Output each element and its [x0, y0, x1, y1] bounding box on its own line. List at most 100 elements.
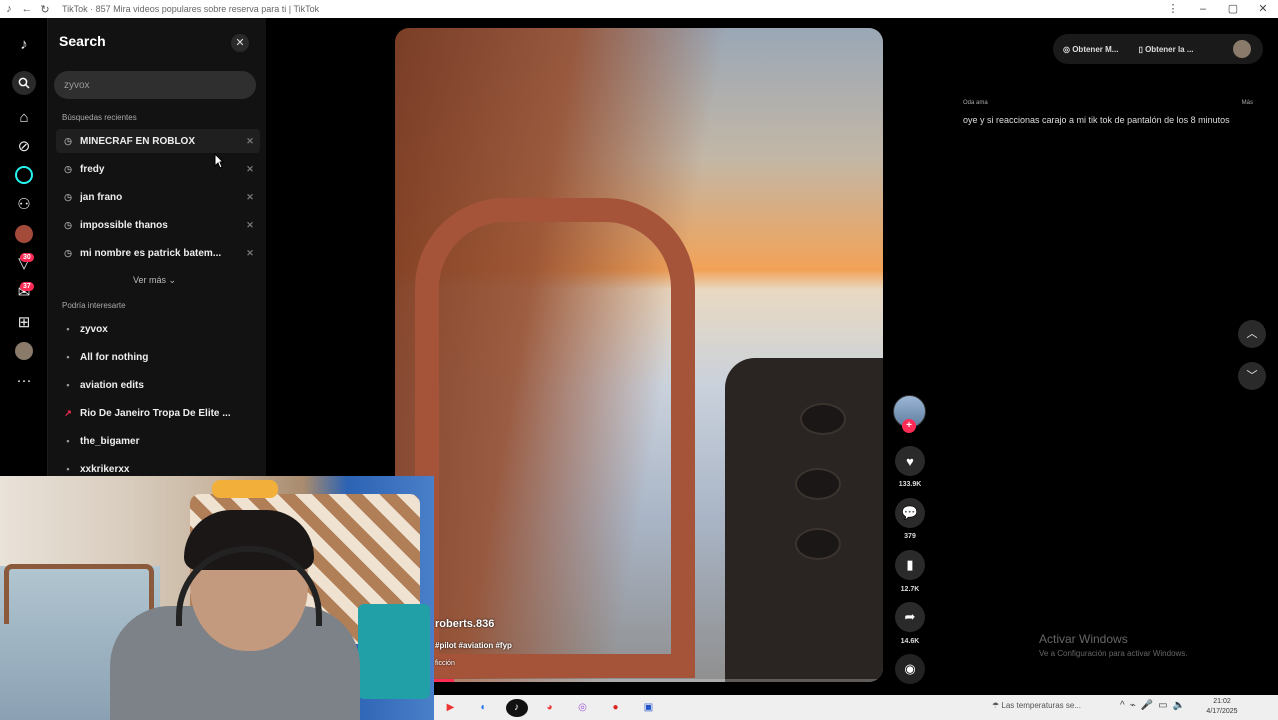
close-window-icon[interactable]: ✕ — [1248, 0, 1278, 18]
recent-item[interactable]: ◷ mi nombre es patrick batem... ✕ — [56, 241, 260, 265]
back-icon[interactable]: ← — [18, 0, 36, 18]
media-app-icon[interactable]: ● — [605, 699, 627, 717]
bookmark-icon[interactable]: ▮ — [895, 550, 925, 580]
clock-icon: ◷ — [64, 219, 72, 230]
chrome-icon[interactable]: ◕ — [539, 699, 561, 717]
comment-more[interactable]: Más — [1242, 100, 1253, 106]
get-app-button[interactable]: ▯ Obtener la ... — [1138, 45, 1203, 54]
search-input[interactable] — [54, 71, 256, 99]
suggested-item-label: Rio De Janeiro Tropa De Elite ... — [80, 407, 231, 419]
suggested-item-label: All for nothing — [80, 351, 149, 363]
get-coins-label: Obtener M... — [1072, 44, 1119, 54]
follow-plus-icon[interactable]: + — [902, 419, 916, 433]
recent-searches-heading: Búsquedas recientes — [62, 113, 137, 122]
close-panel-icon[interactable]: ✕ — [231, 34, 249, 52]
taskbar-app-icon[interactable]: ▶ — [440, 699, 462, 717]
screen: ♪ ← ↻ TikTok · 857 Mira videos populares… — [0, 0, 1278, 720]
edge-icon[interactable]: ◐ — [473, 699, 495, 717]
weather-widget[interactable]: ☂ Las temperaturas se... — [992, 701, 1081, 710]
window-controls: ⋮ – ▢ ✕ — [1158, 0, 1278, 18]
taskbar-clock[interactable]: 21:02 4/17/2025 — [1202, 697, 1242, 717]
live-icon[interactable] — [12, 163, 36, 187]
gauge — [795, 528, 841, 560]
suggested-item[interactable]: ↗ Rio De Janeiro Tropa De Elite ... — [56, 401, 260, 425]
comment-count: 379 — [904, 533, 916, 540]
home-icon[interactable]: ⌂ — [12, 105, 36, 129]
system-tray[interactable]: ^⌁🎤▭🔈 — [1120, 700, 1190, 711]
store-icon[interactable]: ▣ — [638, 699, 660, 717]
toy — [212, 480, 278, 498]
browser-titlebar: ♪ ← ↻ TikTok · 857 Mira videos populares… — [0, 0, 1278, 18]
recent-item[interactable]: ◷ jan frano ✕ — [56, 185, 260, 209]
recent-item-label: jan frano — [80, 191, 123, 203]
like-count: 133.9K — [898, 481, 922, 488]
reload-icon[interactable]: ↻ — [36, 0, 54, 18]
comment-icon[interactable]: 💬 — [895, 498, 925, 528]
next-video-chevron-down-icon[interactable]: ﹀ — [1238, 362, 1266, 390]
remove-icon[interactable]: ✕ — [240, 248, 260, 259]
get-coins-button[interactable]: ◎ Obtener M... — [1063, 45, 1128, 54]
suggested-item-label: zyvox — [80, 323, 108, 335]
windows-activation-watermark: Activar Windows Ve a Configuración para … — [1039, 632, 1188, 658]
tiktok-app-icon[interactable]: ♪ — [505, 698, 528, 717]
recent-item[interactable]: ◷ MINECRAF EN ROBLOX ✕ — [56, 129, 260, 153]
remove-icon[interactable]: ✕ — [240, 136, 260, 147]
recent-item[interactable]: ◷ impossible thanos ✕ — [56, 213, 260, 237]
user-avatar-icon[interactable] — [12, 339, 36, 363]
left-rail: ♪ ⌂ ⊘ ⚇ ▽ 30 ✉ 37 ⊞ ··· — [0, 18, 48, 478]
dot-icon: • — [66, 464, 70, 474]
activate-title: Activar Windows — [1039, 632, 1128, 646]
maximize-icon[interactable]: ▢ — [1218, 0, 1248, 18]
minimize-icon[interactable]: – — [1188, 0, 1218, 18]
suggested-item[interactable]: • All for nothing — [56, 345, 260, 369]
header-actions: ◎ Obtener M... ▯ Obtener la ... — [1053, 34, 1263, 64]
tiktok-home-logo-icon[interactable]: ♪ — [12, 32, 36, 56]
clock-icon: ◷ — [64, 135, 72, 146]
dot-icon: • — [66, 436, 70, 446]
like-icon[interactable]: ♥ — [895, 446, 925, 476]
tiktok-logo-icon: ♪ — [6, 3, 12, 15]
gauge — [800, 403, 846, 435]
suggested-item[interactable]: • aviation edits — [56, 373, 260, 397]
dot-icon: • — [66, 324, 70, 334]
chevron-down-icon: ⌄ — [168, 275, 177, 285]
comment-user[interactable]: Oda ama — [963, 100, 988, 106]
profile-avatar-icon[interactable] — [12, 222, 36, 246]
video-player[interactable]: roberts.836 #pilot #aviation #fyp ficció… — [395, 28, 883, 682]
gauge — [795, 468, 841, 500]
following-icon[interactable]: ⚇ — [12, 192, 36, 216]
trending-icon: ↗ — [64, 407, 72, 418]
side-comment: Oda ama Más oye y si reaccionas carajo a… — [963, 100, 1273, 125]
video-sound[interactable]: ficción — [435, 660, 455, 667]
video-author[interactable]: roberts.836 — [435, 618, 494, 630]
suggested-item-label: aviation edits — [80, 379, 144, 391]
suggested-item-label: xxkrikerxx — [80, 463, 130, 475]
clock-icon: ◷ — [64, 191, 72, 202]
recent-item[interactable]: ◷ fredy ✕ — [56, 157, 260, 181]
video-hashtags[interactable]: #pilot #aviation #fyp — [435, 641, 512, 650]
see-more-link[interactable]: Ver más ⌄ — [133, 275, 176, 286]
sound-disc-icon[interactable]: ◉ — [895, 654, 925, 684]
browser-app-icon[interactable]: ◎ — [572, 699, 594, 717]
clock-icon: ◷ — [64, 163, 72, 174]
suggested-item[interactable]: • zyvox — [56, 317, 260, 341]
suggested-item[interactable]: • the_bigamer — [56, 429, 260, 453]
explore-icon[interactable]: ⊘ — [12, 134, 36, 158]
previous-video-chevron-up-icon[interactable]: ︿ — [1238, 320, 1266, 348]
more-icon[interactable]: ··· — [12, 368, 36, 392]
menu-icon[interactable]: ⋮ — [1158, 0, 1188, 18]
remove-icon[interactable]: ✕ — [240, 220, 260, 231]
comment-text: oye y si reaccionas carajo a mi tik tok … — [963, 115, 1230, 125]
windows-taskbar: ▶ ◐ ♪ ◕ ◎ ● ▣ ☂ Las temperaturas se... ^… — [434, 695, 1278, 720]
video-progress[interactable] — [395, 679, 883, 682]
profile-avatar[interactable] — [1233, 40, 1251, 58]
share-count: 14.6K — [900, 638, 920, 645]
cockpit-window-frame — [415, 198, 695, 678]
remove-icon[interactable]: ✕ — [240, 164, 260, 175]
webcam-overlay — [0, 476, 434, 720]
share-icon[interactable]: ➦ — [895, 602, 925, 632]
search-icon[interactable] — [12, 71, 36, 95]
upload-icon[interactable]: ⊞ — [12, 310, 36, 334]
remove-icon[interactable]: ✕ — [240, 192, 260, 203]
see-more-label: Ver más — [133, 275, 167, 285]
